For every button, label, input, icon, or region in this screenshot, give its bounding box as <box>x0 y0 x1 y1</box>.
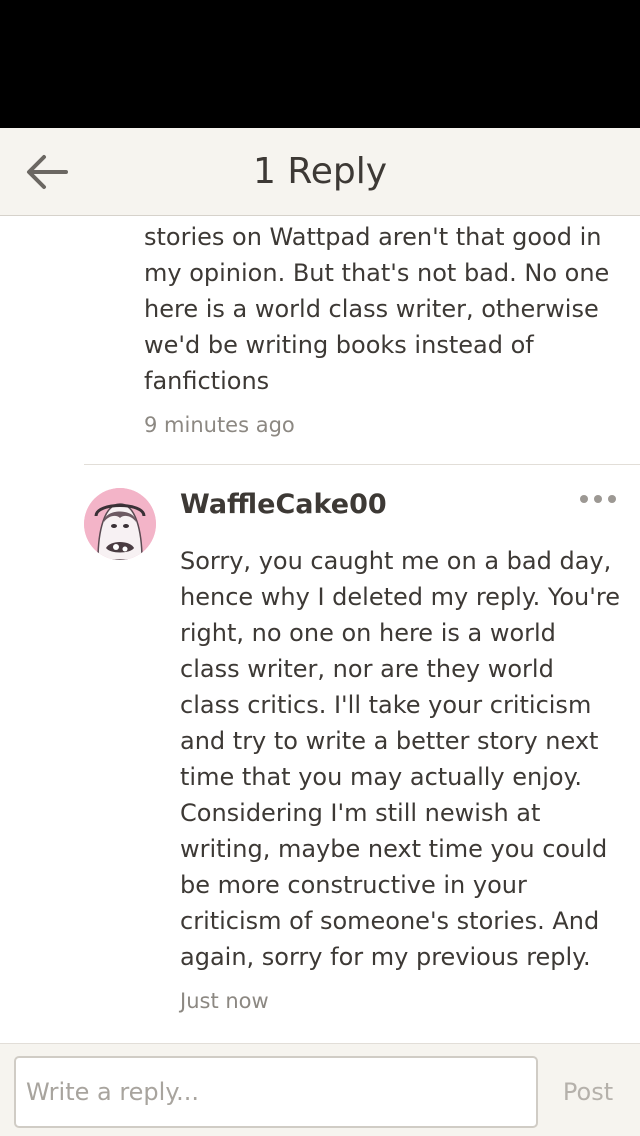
status-bar <box>0 0 640 128</box>
more-options-button[interactable] <box>578 491 618 511</box>
comment-body: Sorry, you caught me on a bad day, hence… <box>180 547 620 971</box>
top-bar: 1 Reply <box>0 128 640 216</box>
parent-comment: stories on Wattpad aren't that good in m… <box>144 219 614 437</box>
reply-input[interactable] <box>14 1056 538 1128</box>
reply-bar: Post <box>0 1043 640 1136</box>
comment-body: stories on Wattpad aren't that good in m… <box>144 223 610 395</box>
reply-comment: Sorry, you caught me on a bad day, hence… <box>180 543 620 1013</box>
comment-timestamp: 9 minutes ago <box>144 413 295 437</box>
avatar[interactable] <box>84 488 156 560</box>
page-title: 1 Reply <box>252 151 388 192</box>
divider <box>84 464 640 465</box>
user-avatar <box>84 488 156 560</box>
comment-timestamp: Just now <box>180 989 269 1013</box>
comment-thread: stories on Wattpad aren't that good in m… <box>0 217 640 1043</box>
more-horizontal-icon <box>580 495 616 503</box>
comment-username[interactable]: WaffleCake00 <box>180 489 387 520</box>
post-button[interactable]: Post <box>548 1068 628 1116</box>
